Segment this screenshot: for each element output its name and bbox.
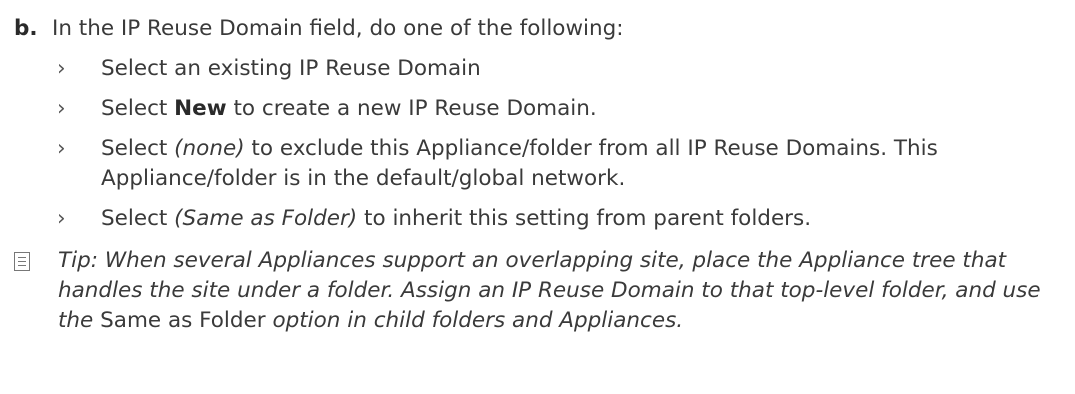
option-none: › Select (none) to exclude this Applianc… (57, 134, 1057, 194)
option-same-as-folder: › Select (Same as Folder) to inherit thi… (57, 204, 1057, 234)
option-emphasis-same-as-folder: (Same as Folder) (174, 206, 358, 231)
option-text-pre: Select (101, 206, 175, 231)
option-text-pre: Select (101, 96, 175, 121)
option-new-domain: › Select New to create a new IP Reuse Do… (57, 94, 1057, 124)
step-marker: b. (14, 16, 38, 41)
step-text: In the IP Reuse Domain field, do one of … (52, 16, 624, 41)
option-existing-domain: › Select an existing IP Reuse Domain (57, 54, 1057, 84)
tip-emphasis: Same as Folder (100, 308, 266, 333)
option-text-post: to inherit this setting from parent fold… (357, 206, 812, 231)
option-emphasis-none: (none) (174, 136, 245, 161)
tip-text-after: option in child folders and Appliances. (265, 308, 684, 333)
bullet-chevron-icon: › (57, 136, 66, 161)
tip-note: Tip: When several Appliances support an … (14, 246, 1064, 336)
note-icon (14, 252, 30, 271)
bullet-chevron-icon: › (57, 96, 66, 121)
tip-text: Tip: When several Appliances support an … (14, 246, 1064, 336)
bullet-chevron-icon: › (57, 206, 66, 231)
option-text-post: to create a new IP Reuse Domain. (226, 96, 597, 121)
option-text-pre: Select (101, 136, 175, 161)
step-b: b. In the IP Reuse Domain field, do one o… (14, 14, 1054, 44)
option-text: Select an existing IP Reuse Domain (101, 56, 481, 81)
option-emphasis-new: New (174, 96, 227, 121)
bullet-chevron-icon: › (57, 56, 66, 81)
option-list: › Select an existing IP Reuse Domain › S… (57, 54, 1057, 244)
